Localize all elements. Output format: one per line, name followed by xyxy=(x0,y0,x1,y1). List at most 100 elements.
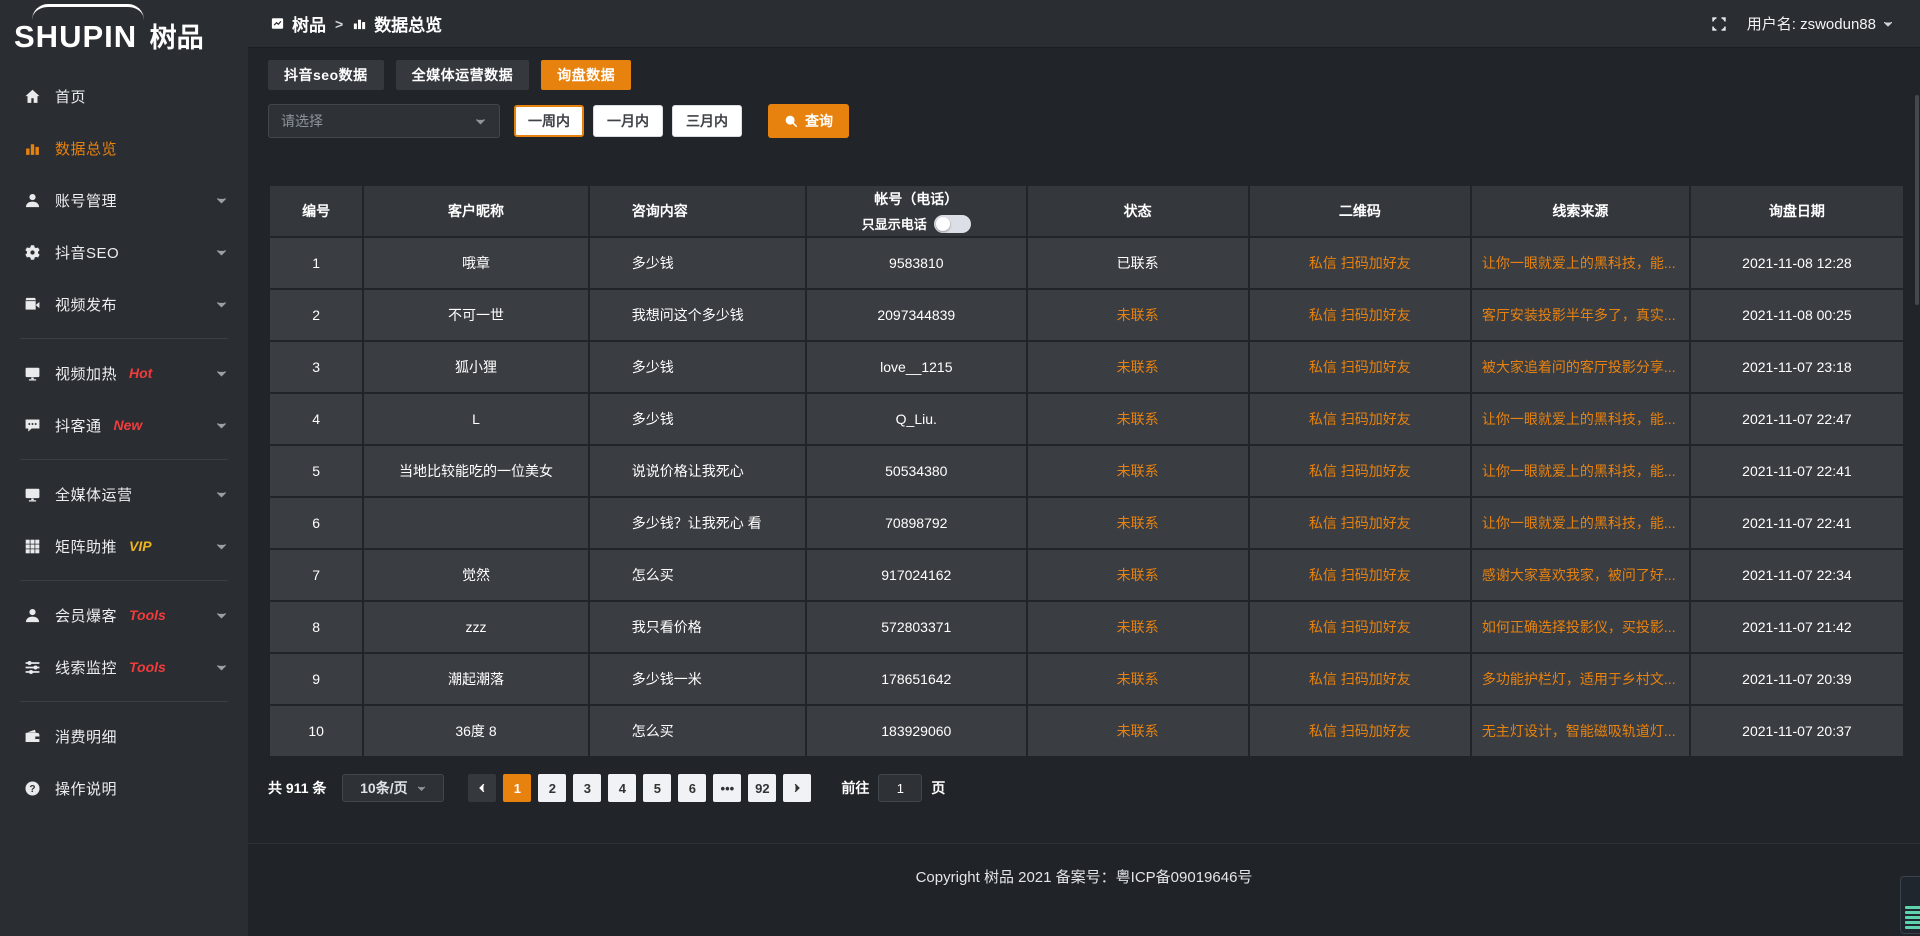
page-button-92[interactable]: 92 xyxy=(748,774,776,802)
query-button-label: 查询 xyxy=(805,111,833,131)
page-more-button[interactable]: ••• xyxy=(713,774,741,802)
qr-action-link[interactable]: 私信 扫码加好友 xyxy=(1250,342,1470,392)
sidebar-item-data-overview[interactable]: 数据总览 xyxy=(0,122,248,174)
filter-select[interactable]: 请选择 xyxy=(268,104,500,138)
sidebar-item-account-management[interactable]: 账号管理 xyxy=(0,174,248,226)
cell-nickname: 狐小狸 xyxy=(364,342,587,392)
qr-action-link[interactable]: 私信 扫码加好友 xyxy=(1250,446,1470,496)
sidebar-item-label: 消费明细 xyxy=(55,726,117,747)
bar-chart-icon xyxy=(24,140,41,157)
column-header-date: 询盘日期 xyxy=(1691,186,1903,236)
qr-action-link[interactable]: 私信 扫码加好友 xyxy=(1250,290,1470,340)
sidebar-item-consumption-detail[interactable]: 消费明细 xyxy=(0,710,248,762)
qr-action-link[interactable]: 私信 扫码加好友 xyxy=(1250,394,1470,444)
source-link[interactable]: 让你一眼就爱上的黑科技，能... xyxy=(1472,446,1689,496)
source-link[interactable]: 被大家追着问的客厅投影分享... xyxy=(1472,342,1689,392)
source-link[interactable]: 感谢大家喜欢我家，被问了好... xyxy=(1472,550,1689,600)
chevron-left-icon xyxy=(476,782,488,794)
topbar: 树品 > 数据总览 用户名: zswodun88 xyxy=(248,0,1920,48)
badge-hot: Hot xyxy=(129,365,152,381)
next-page-button[interactable] xyxy=(783,774,811,802)
column-header-account: 帐号（电话） 只显示电话 xyxy=(807,186,1026,236)
content-column: 树品 > 数据总览 用户名: zswodun88 抖音seo数据全媒体运营数据询… xyxy=(248,0,1920,936)
qr-action-link[interactable]: 私信 扫码加好友 xyxy=(1250,498,1470,548)
cell-nickname: 36度 8 xyxy=(364,706,587,756)
page-button-6[interactable]: 6 xyxy=(678,774,706,802)
status-badge: 未联系 xyxy=(1028,342,1248,392)
cell-account: love__1215 xyxy=(807,342,1026,392)
cell-nickname: 哦章 xyxy=(364,238,587,288)
prev-page-button[interactable] xyxy=(468,774,496,802)
sidebar-item-clue-monitor[interactable]: 线索监控Tools xyxy=(0,641,248,693)
qr-action-link[interactable]: 私信 扫码加好友 xyxy=(1250,706,1470,756)
chat-icon xyxy=(24,417,41,434)
sidebar-item-video-heat[interactable]: 视频加热Hot xyxy=(0,347,248,399)
scrollbar-thumb[interactable] xyxy=(1915,95,1919,305)
cell-account: Q_Liu. xyxy=(807,394,1026,444)
topbar-right: 用户名: zswodun88 xyxy=(1711,13,1894,34)
qr-action-link[interactable]: 私信 扫码加好友 xyxy=(1250,238,1470,288)
page-button-4[interactable]: 4 xyxy=(608,774,636,802)
sidebar-item-douketong[interactable]: 抖客通New xyxy=(0,399,248,451)
source-link[interactable]: 让你一眼就爱上的黑科技，能... xyxy=(1472,394,1689,444)
sidebar-item-home[interactable]: 首页 xyxy=(0,70,248,122)
breadcrumb-separator: > xyxy=(335,16,343,32)
source-link[interactable]: 多功能护栏灯，适用于乡村文... xyxy=(1472,654,1689,704)
query-button[interactable]: 查询 xyxy=(768,104,849,138)
cell-content: 多少钱 xyxy=(590,394,805,444)
page-button-2[interactable]: 2 xyxy=(538,774,566,802)
cell-date: 2021-11-07 22:41 xyxy=(1691,446,1903,496)
cell-date: 2021-11-07 22:41 xyxy=(1691,498,1903,548)
sidebar-item-operation-guide[interactable]: ?操作说明 xyxy=(0,762,248,814)
page-button-3[interactable]: 3 xyxy=(573,774,601,802)
sidebar-item-label: 账号管理 xyxy=(55,190,117,211)
tab-inquiry-data[interactable]: 询盘数据 xyxy=(541,60,631,90)
fullscreen-icon[interactable] xyxy=(1711,16,1727,32)
breadcrumb-app[interactable]: 树品 xyxy=(292,11,326,36)
source-link[interactable]: 让你一眼就爱上的黑科技，能... xyxy=(1472,498,1689,548)
page-size-select[interactable]: 10条/页 xyxy=(342,774,444,802)
sidebar-item-douyin-seo[interactable]: 抖音SEO xyxy=(0,226,248,278)
source-link[interactable]: 让你一眼就爱上的黑科技，能... xyxy=(1472,238,1689,288)
sidebar-item-omnimedia-operation[interactable]: 全媒体运营 xyxy=(0,468,248,520)
status-badge: 未联系 xyxy=(1028,446,1248,496)
source-link[interactable]: 客厅安装投影半年多了，真实... xyxy=(1472,290,1689,340)
source-link[interactable]: 如何正确选择投影仪，买投影... xyxy=(1472,602,1689,652)
user-menu[interactable]: 用户名: zswodun88 xyxy=(1747,13,1894,34)
qr-action-link[interactable]: 私信 扫码加好友 xyxy=(1250,654,1470,704)
cell-date: 2021-11-08 12:28 xyxy=(1691,238,1903,288)
phone-toggle-switch[interactable] xyxy=(934,215,971,233)
logo-text-cn: 树品 xyxy=(150,23,204,53)
qr-action-link[interactable]: 私信 扫码加好友 xyxy=(1250,602,1470,652)
monitor-icon xyxy=(24,486,41,503)
sidebar-item-label: 会员爆客 xyxy=(55,605,117,626)
sidebar-item-matrix-boost[interactable]: 矩阵助推VIP xyxy=(0,520,248,572)
breadcrumb-page[interactable]: 数据总览 xyxy=(374,11,442,36)
range-button-one-month[interactable]: 一月内 xyxy=(593,105,663,137)
cell-date: 2021-11-08 00:25 xyxy=(1691,290,1903,340)
tab-omnimedia-data[interactable]: 全媒体运营数据 xyxy=(396,60,530,90)
page-button-5[interactable]: 5 xyxy=(643,774,671,802)
goto-page: 前往 页 xyxy=(841,774,945,802)
goto-page-input[interactable] xyxy=(878,774,922,802)
range-button-three-month[interactable]: 三月内 xyxy=(672,105,742,137)
qr-action-link[interactable]: 私信 扫码加好友 xyxy=(1250,550,1470,600)
breadcrumb-app-icon xyxy=(270,16,285,31)
sidebar-item-member-burst[interactable]: 会员爆客Tools xyxy=(0,589,248,641)
page-size-label: 10条/页 xyxy=(360,778,407,798)
source-link[interactable]: 无主灯设计，智能磁吸轨道灯... xyxy=(1472,706,1689,756)
pagination: 共 911 条 10条/页 123456•••92 前往 页 xyxy=(268,774,1905,802)
grid-icon xyxy=(24,538,41,555)
chevron-down-icon xyxy=(215,540,228,553)
sidebar-divider xyxy=(20,459,228,460)
page-button-1[interactable]: 1 xyxy=(503,774,531,802)
date-range-group: 一周内一月内三月内 xyxy=(514,105,742,137)
range-button-one-week[interactable]: 一周内 xyxy=(514,105,584,137)
sidebar-item-label: 矩阵助推 xyxy=(55,536,117,557)
goto-unit-label: 页 xyxy=(931,778,945,798)
column-header-status: 状态 xyxy=(1028,186,1248,236)
tab-douyin-seo-data[interactable]: 抖音seo数据 xyxy=(268,60,384,90)
cell-content: 说说价格让我死心 xyxy=(590,446,805,496)
sidebar-item-video-publish[interactable]: 视频发布 xyxy=(0,278,248,330)
cell-date: 2021-11-07 21:42 xyxy=(1691,602,1903,652)
